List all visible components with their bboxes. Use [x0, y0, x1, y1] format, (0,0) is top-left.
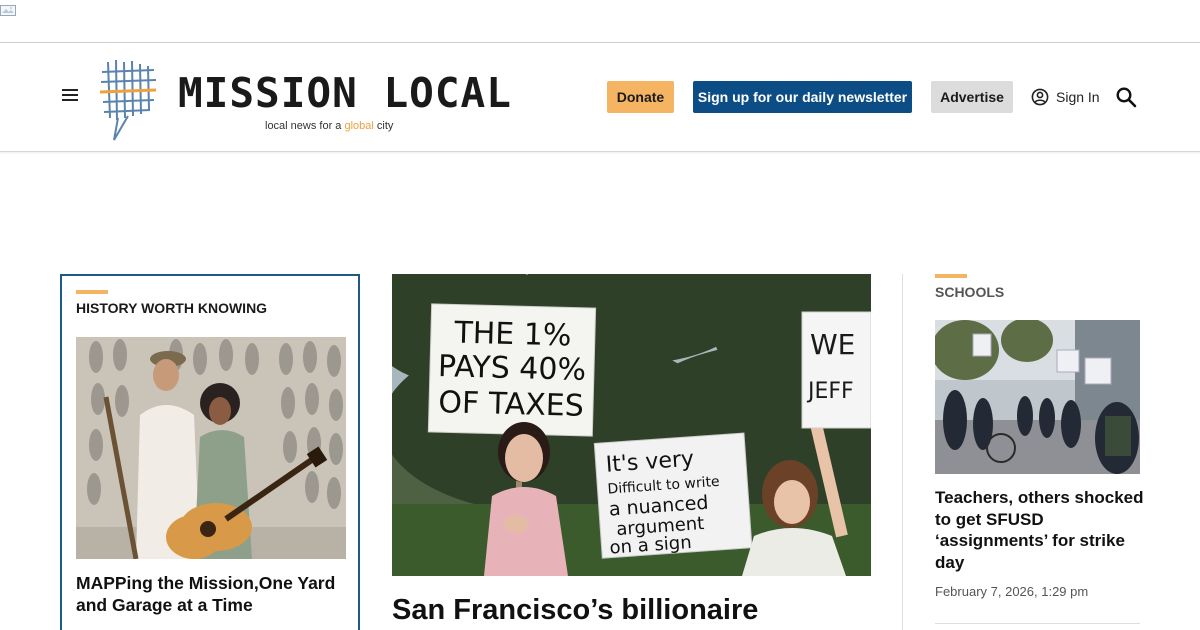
top-ad-strip [0, 0, 1200, 43]
story-divider [935, 623, 1140, 624]
kicker-accent-bar [76, 290, 108, 294]
sign-text: THE 1% [453, 315, 572, 353]
search-icon[interactable] [1115, 86, 1137, 108]
logo-mark [99, 59, 157, 141]
column-divider [902, 274, 903, 630]
hamburger-menu-icon[interactable] [60, 86, 80, 106]
story-photo[interactable] [76, 337, 346, 559]
story-category[interactable]: SCHOOLS [935, 284, 1004, 300]
sign-in-label: Sign In [1056, 89, 1100, 105]
advertise-button[interactable]: Advertise [931, 81, 1013, 113]
kicker-accent-bar [935, 274, 967, 278]
sign-text: OF TAXES [438, 385, 584, 424]
sign-in-link[interactable]: Sign In [1031, 87, 1100, 107]
donate-button[interactable]: Donate [607, 81, 674, 113]
lead-story-photo[interactable]: THE 1% PAYS 40% OF TAXES It's very Diffi… [392, 274, 871, 576]
logo-tagline: local news for a global city [265, 120, 394, 132]
story-headline[interactable]: MAPPing the Mission,One Yard and Garage … [76, 572, 346, 616]
site-header: MISSION LOCAL local news for a global ci… [0, 43, 1200, 152]
broken-image-icon [0, 5, 16, 16]
featured-story-card[interactable]: HISTORY WORTH KNOWING MAPPing the Missio… [60, 274, 360, 630]
logo-wordmark: MISSION LOCAL [178, 69, 512, 117]
sign-text: WE [810, 328, 855, 361]
story-category[interactable]: HISTORY WORTH KNOWING [76, 300, 267, 316]
lead-story-headline[interactable]: San Francisco’s billionaire [392, 592, 871, 628]
sign-text: JEFF [806, 379, 854, 404]
user-circle-icon [1031, 88, 1049, 106]
story-photo[interactable] [935, 320, 1140, 474]
newsletter-signup-button[interactable]: Sign up for our daily newsletter [693, 81, 912, 113]
site-logo[interactable]: MISSION LOCAL local news for a global ci… [98, 58, 511, 142]
sign-text: PAYS 40% [438, 349, 587, 388]
story-headline[interactable]: Teachers, others shocked to get SFUSD ‘a… [935, 487, 1145, 573]
story-date: February 7, 2026, 1:29 pm [935, 584, 1089, 599]
